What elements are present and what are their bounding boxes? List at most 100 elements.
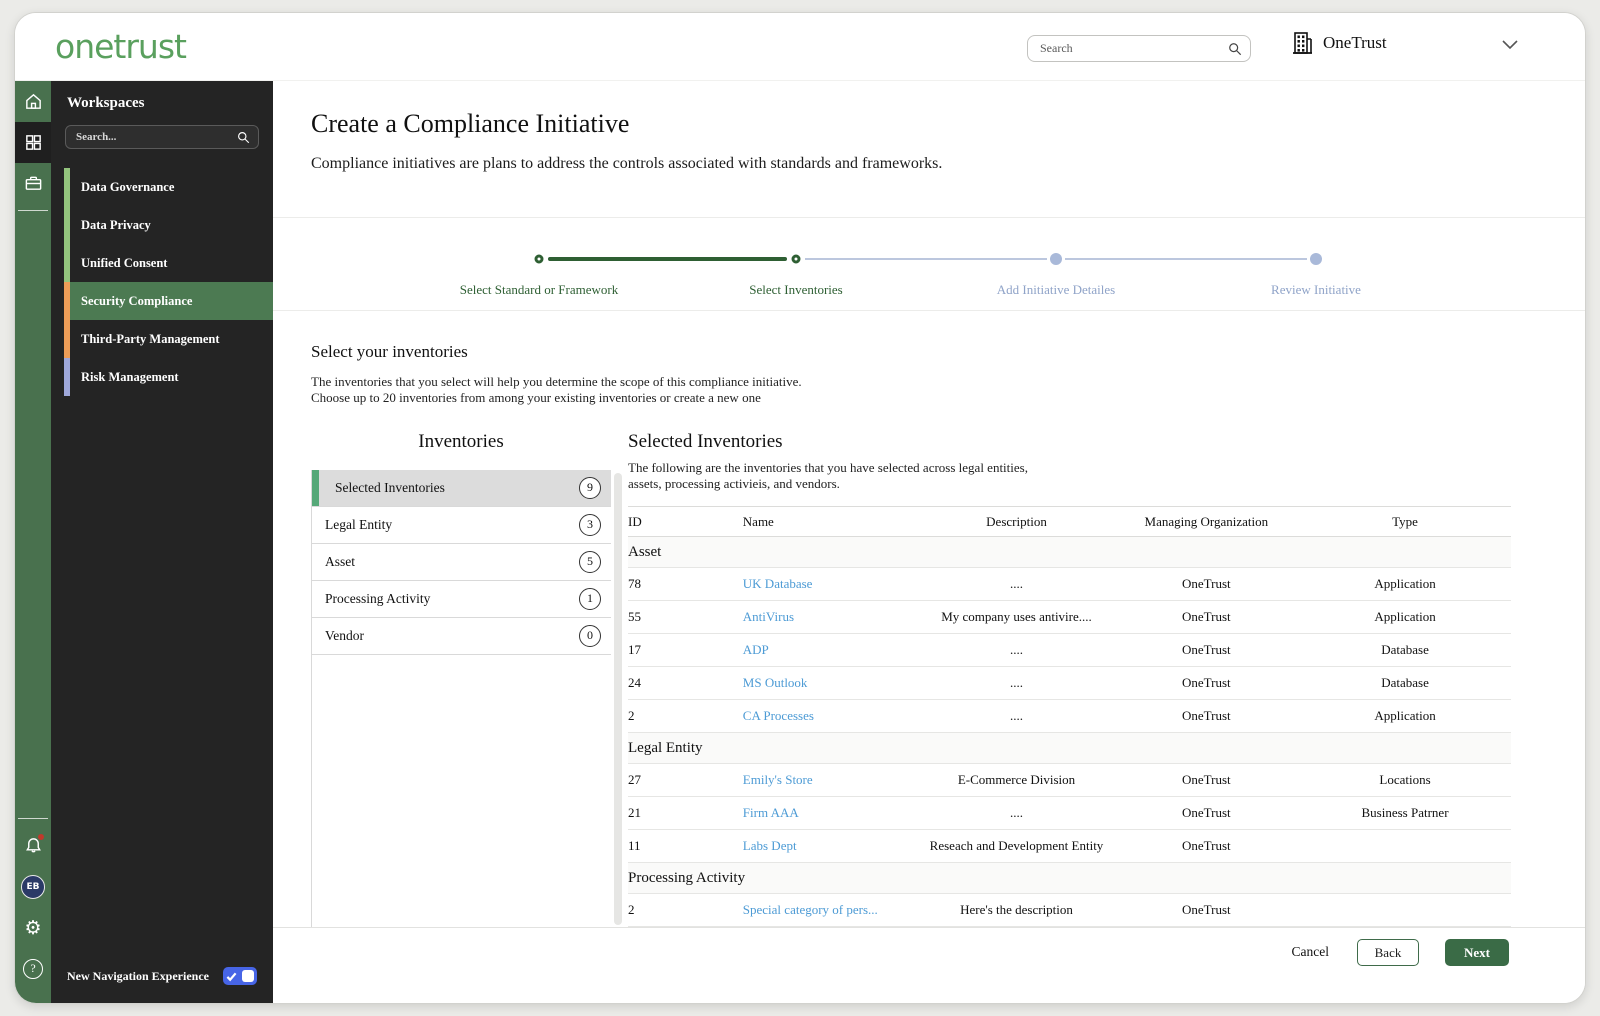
avatar[interactable]: EB xyxy=(15,866,51,907)
workspaces-panel: Workspaces Data Governance Data Privacy Un… xyxy=(51,81,273,1003)
chevron-down-icon[interactable] xyxy=(1501,39,1519,51)
inventory-count-badge: 3 xyxy=(579,513,601,536)
global-search[interactable] xyxy=(1027,35,1251,62)
cell-description: .... xyxy=(919,666,1114,701)
inventory-category-item[interactable]: Selected Inventories 9 xyxy=(312,469,611,507)
toggle-knob xyxy=(242,970,254,982)
table-group-label: Legal Entity xyxy=(628,732,1511,765)
workspaces-search[interactable] xyxy=(65,125,259,149)
onetrust-logo: onetrust xyxy=(55,27,187,66)
apps-grid-icon[interactable] xyxy=(15,122,51,163)
workspace-item-label: Third-Party Management xyxy=(81,331,220,346)
cell-org: OneTrust xyxy=(1113,796,1300,831)
table-column-header: Type xyxy=(1299,506,1511,538)
workspace-item[interactable]: Unified Consent xyxy=(64,244,273,282)
workspace-item[interactable]: Security Compliance xyxy=(64,282,273,320)
rail-divider xyxy=(18,818,48,819)
workspace-item[interactable]: Risk Management xyxy=(64,358,273,396)
inventory-category-label: Legal Entity xyxy=(325,516,393,532)
org-name: OneTrust xyxy=(1323,33,1387,52)
inventory-category-item[interactable]: Legal Entity 3 xyxy=(312,507,611,544)
page-subtitle: Compliance initiatives are plans to addr… xyxy=(311,155,943,172)
workspace-item[interactable]: Data Governance xyxy=(64,168,273,206)
cell-name: AntiVirus xyxy=(742,600,920,635)
selected-desc-line2: assets, processing activieis, and vendor… xyxy=(628,476,840,492)
inventory-category-item[interactable]: Asset 5 xyxy=(312,544,611,581)
inventory-link[interactable]: UK Database xyxy=(743,576,813,591)
table-column-header: Description xyxy=(919,506,1114,538)
bell-icon[interactable] xyxy=(15,825,51,866)
back-button[interactable]: Back xyxy=(1357,939,1419,966)
top-bar: onetrust OneTrust xyxy=(15,13,1585,81)
rail-divider xyxy=(18,210,48,211)
new-nav-label: New Navigation Experience xyxy=(67,968,209,983)
stepper-step-dot[interactable] xyxy=(1050,253,1062,265)
workspace-item[interactable]: Third-Party Management xyxy=(64,320,273,358)
inventory-link[interactable]: Special category of pers... xyxy=(743,902,878,917)
stepper-step-dot[interactable] xyxy=(1310,253,1322,265)
workspaces-search-input[interactable] xyxy=(76,131,237,143)
cell-description: .... xyxy=(919,567,1114,602)
inventory-link[interactable]: ADP xyxy=(743,642,769,657)
table-row: 2 CA Processes.... OneTrust Application xyxy=(628,699,1511,734)
selected-inventories-panel: Selected Inventories The following are t… xyxy=(628,431,1511,928)
inventory-link[interactable]: CA Processes xyxy=(743,708,814,723)
inventory-count-badge: 1 xyxy=(579,587,601,610)
next-button[interactable]: Next xyxy=(1445,939,1509,966)
gear-icon[interactable]: ⚙ xyxy=(15,907,51,948)
workspace-item[interactable]: Data Privacy xyxy=(64,206,273,244)
search-icon xyxy=(1229,42,1242,55)
table-group-label: Processing Activity xyxy=(628,862,1511,895)
selected-inventories-title: Selected Inventories xyxy=(628,430,783,452)
cell-name: MS Outlook xyxy=(742,666,920,701)
cell-org: OneTrust xyxy=(1113,666,1300,701)
cell-type: Application xyxy=(1299,600,1511,635)
cancel-button[interactable]: Cancel xyxy=(1290,939,1331,965)
workspace-item-label: Data Governance xyxy=(81,179,175,194)
page-header: Create a Compliance Initiative Complianc… xyxy=(273,81,1585,217)
cell-id: 2 xyxy=(628,893,743,928)
cell-description: .... xyxy=(919,796,1114,831)
cell-name: Special category of pers... xyxy=(742,893,920,928)
inventory-category-item[interactable]: Vendor 0 xyxy=(312,618,611,655)
inventory-count-badge: 0 xyxy=(579,624,601,647)
cell-org: OneTrust xyxy=(1113,829,1300,864)
inventories-title: Inventories xyxy=(418,430,504,452)
inventory-link[interactable]: AntiVirus xyxy=(743,609,794,624)
stepper-connector xyxy=(1065,258,1307,260)
home-icon[interactable] xyxy=(15,81,51,122)
avatar-initials[interactable]: EB xyxy=(21,874,45,899)
inventory-link[interactable]: MS Outlook xyxy=(743,675,808,690)
cell-org: OneTrust xyxy=(1113,567,1300,602)
org-switcher[interactable]: OneTrust xyxy=(1291,31,1387,55)
inventories-list: Selected Inventories 9 Legal Entity 3 Asset 5… xyxy=(311,469,611,928)
cell-name: Labs Dept xyxy=(742,829,920,864)
table-row: 78 UK Database.... OneTrust Application xyxy=(628,567,1511,602)
table-group-row: Legal Entity xyxy=(628,732,1511,765)
cell-type: Database xyxy=(1299,666,1511,701)
stepper-step-dot[interactable] xyxy=(534,254,544,264)
cell-org: OneTrust xyxy=(1113,633,1300,668)
inventory-link[interactable]: Labs Dept xyxy=(743,838,797,853)
stepper-connector xyxy=(805,258,1047,260)
global-search-input[interactable] xyxy=(1040,41,1228,56)
cell-type: Application xyxy=(1299,699,1511,734)
inventory-category-label: Processing Activity xyxy=(325,590,431,606)
stepper-step-dot[interactable] xyxy=(791,254,801,264)
cell-type xyxy=(1299,829,1511,864)
cell-id: 55 xyxy=(628,600,743,635)
building-icon xyxy=(1293,32,1312,54)
new-nav-toggle[interactable] xyxy=(223,967,257,985)
table-header-row: ID Name Description Managing Organization Ty… xyxy=(628,506,1511,538)
main-content: Create a Compliance Initiative Complianc… xyxy=(273,81,1585,1003)
cell-name: UK Database xyxy=(742,567,920,602)
inventory-link[interactable]: Emily's Store xyxy=(743,772,813,787)
inventory-category-item[interactable]: Processing Activity 1 xyxy=(312,581,611,618)
briefcase-icon[interactable] xyxy=(15,163,51,204)
search-icon xyxy=(238,131,250,143)
help-icon[interactable]: ? xyxy=(15,948,51,989)
table-scrollbar[interactable] xyxy=(614,473,622,925)
stepper-step-label: Review Initiative xyxy=(1271,282,1361,297)
inventory-link[interactable]: Firm AAA xyxy=(743,805,799,820)
cell-name: Emily's Store xyxy=(742,763,920,798)
